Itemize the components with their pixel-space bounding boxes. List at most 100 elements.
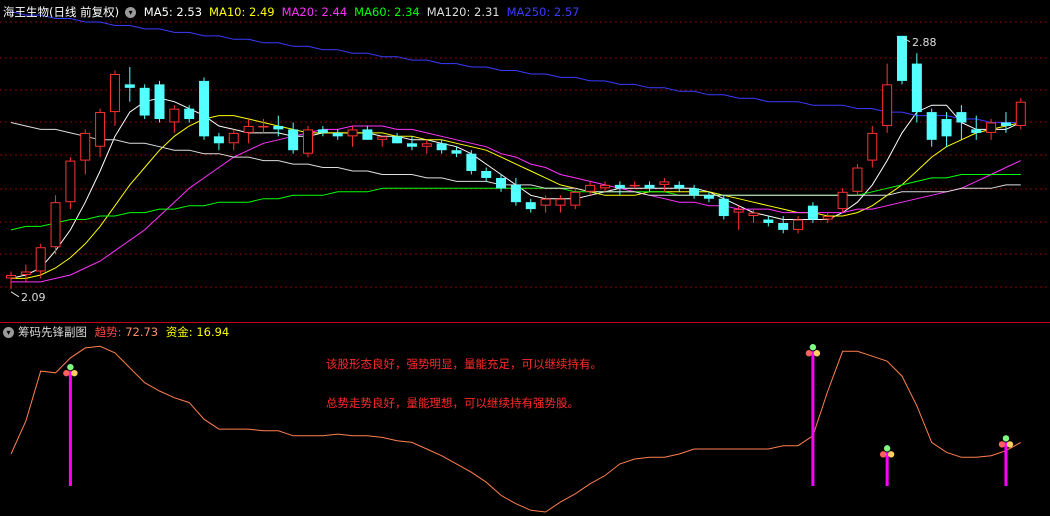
signal-1 xyxy=(63,363,78,486)
candle-body xyxy=(793,219,804,230)
candle xyxy=(481,167,492,182)
signal-bar xyxy=(1004,442,1008,486)
candle xyxy=(466,150,477,175)
candle-body xyxy=(392,136,403,144)
signal-dot xyxy=(887,451,895,458)
candle xyxy=(525,198,536,213)
candle xyxy=(184,105,195,123)
candle-body xyxy=(317,129,328,133)
ma-legend-item-ma5: MA5: 2.53 xyxy=(143,5,203,19)
candle xyxy=(436,139,447,154)
candle xyxy=(392,132,403,144)
candle xyxy=(20,264,31,282)
candle-body xyxy=(778,222,789,230)
candle xyxy=(911,53,922,123)
candle xyxy=(377,136,388,147)
annotation-1: 该股形态良好，强势明显，量能充足，可以继续持有。 xyxy=(326,357,602,371)
trend-value: 72.73 xyxy=(125,325,159,339)
candle-body xyxy=(243,125,254,133)
signal-dot xyxy=(998,441,1006,448)
signal-bar xyxy=(885,452,889,486)
signal-dot xyxy=(809,344,817,351)
candle-body xyxy=(956,112,967,123)
chart-canvas: 2.882.09财 xyxy=(0,11,1050,513)
signal-dot xyxy=(1006,441,1014,448)
candle xyxy=(882,63,893,133)
candle xyxy=(956,105,967,140)
candle-body xyxy=(897,35,907,81)
candle-body xyxy=(332,132,343,137)
fund-label: 资金: xyxy=(165,325,197,339)
candle-body xyxy=(822,216,833,220)
candle xyxy=(733,205,744,230)
candle-body xyxy=(124,84,135,88)
candle-body xyxy=(273,125,284,130)
candle-body xyxy=(139,87,150,116)
high-marker-label: 2.88 xyxy=(912,36,937,49)
candle-body xyxy=(689,188,700,196)
candle-body xyxy=(867,132,878,161)
trend-label: 趋势: xyxy=(94,325,126,339)
settings-circle-icon[interactable]: ▾ xyxy=(125,7,137,18)
candle xyxy=(659,177,670,192)
candle xyxy=(139,84,150,120)
candle-body xyxy=(109,73,120,113)
candle-body xyxy=(852,167,863,192)
candle xyxy=(169,105,180,133)
candle-body xyxy=(674,184,685,189)
candle-body xyxy=(213,136,224,144)
candle-body xyxy=(65,160,76,203)
candles xyxy=(6,35,1026,289)
candle xyxy=(65,157,76,210)
candle-body xyxy=(169,108,180,123)
sub-panel-title: 筹码先锋副图 xyxy=(18,325,87,339)
candle-body xyxy=(288,129,299,151)
candle-body xyxy=(20,271,31,275)
candle xyxy=(897,35,907,85)
period-label: (日线 前复权) xyxy=(49,5,120,19)
signal-4 xyxy=(998,435,1014,486)
annotation-2: 总势走势良好，量能理想，可以继续持有强势股。 xyxy=(326,396,579,410)
signal-dot xyxy=(883,445,891,452)
candle xyxy=(585,181,596,196)
candle xyxy=(822,212,833,223)
sub-settings-circle-icon[interactable]: ▾ xyxy=(3,327,14,338)
ma-legend-item-ma120: MA120: 2.31 xyxy=(426,5,500,19)
candle xyxy=(763,216,774,227)
candle-body xyxy=(436,143,447,151)
candle xyxy=(718,195,729,220)
candle-body xyxy=(35,247,46,272)
candle xyxy=(1015,98,1026,130)
ma-legend-item-ma250: MA250: 2.57 xyxy=(506,5,580,19)
candle xyxy=(406,136,417,151)
fund-value: 16.94 xyxy=(196,325,230,339)
signal-2 xyxy=(805,344,821,486)
candle xyxy=(124,67,135,102)
stock-name: 海王生物 xyxy=(3,5,49,19)
candle xyxy=(332,129,343,140)
signal-dot xyxy=(67,363,74,371)
candle-body xyxy=(941,119,952,137)
candle-body xyxy=(1000,122,1011,126)
candle xyxy=(228,129,239,151)
candle-body xyxy=(154,84,165,120)
candle xyxy=(793,216,804,234)
candle-body xyxy=(659,181,670,185)
candle-body xyxy=(971,129,982,133)
candle xyxy=(303,125,313,158)
candle xyxy=(926,108,937,147)
signal-dot xyxy=(71,369,78,377)
signal-bar xyxy=(811,351,815,486)
candle-body xyxy=(496,177,507,189)
candle xyxy=(288,122,299,154)
candle xyxy=(6,271,16,289)
candle xyxy=(852,164,863,196)
candle-body xyxy=(6,274,16,279)
candle xyxy=(421,139,432,154)
candle-body xyxy=(644,184,655,189)
candle-body xyxy=(882,84,893,126)
candle-body xyxy=(629,184,640,187)
signal-dot xyxy=(879,451,887,458)
candle xyxy=(154,80,165,123)
candle-body xyxy=(481,171,492,178)
